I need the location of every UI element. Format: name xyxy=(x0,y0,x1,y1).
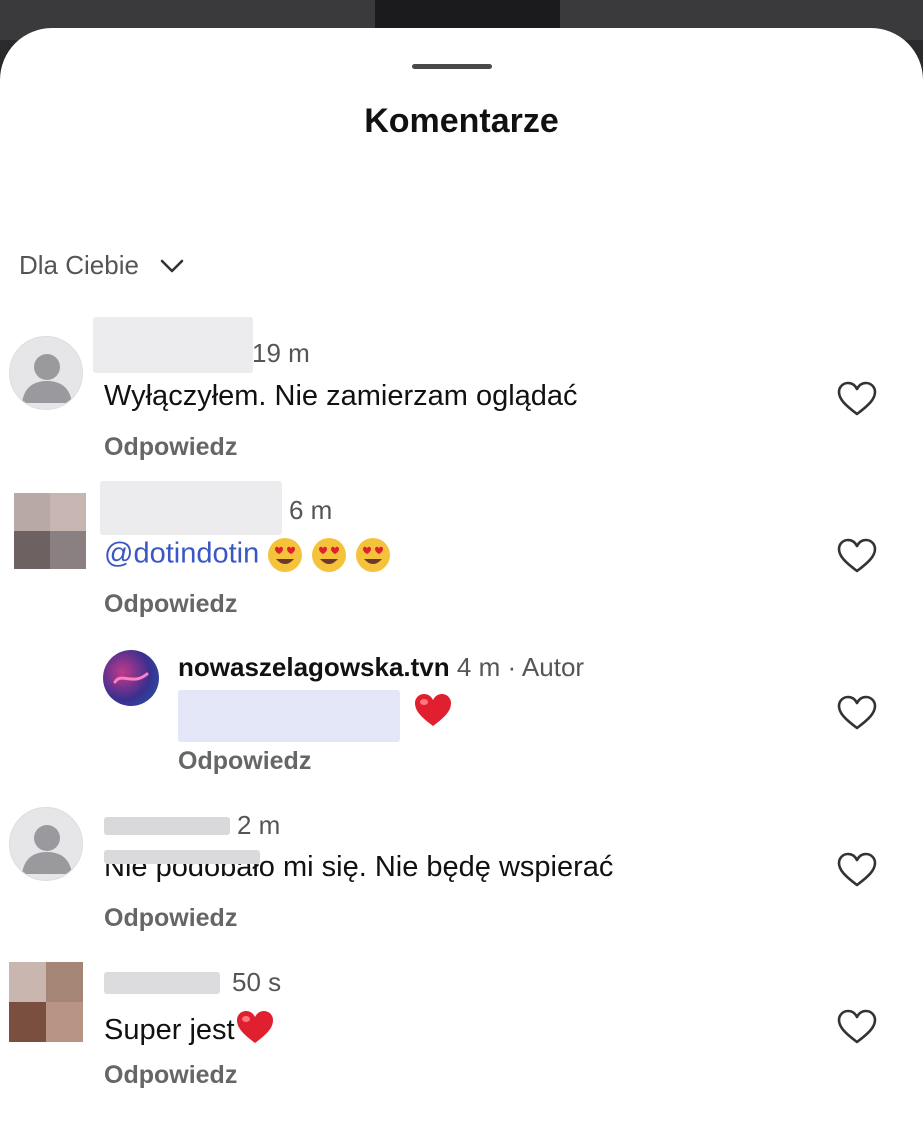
comment-text: Wyłączyłem. Nie zamierzam oglądać xyxy=(104,380,578,412)
chevron-down-icon xyxy=(160,259,184,272)
user-silhouette-icon xyxy=(22,354,72,403)
reply-button[interactable]: Odpowiedz xyxy=(104,433,237,462)
heart-outline-icon[interactable] xyxy=(837,1009,877,1045)
redacted-username xyxy=(104,817,230,835)
redacted-text xyxy=(178,690,400,742)
drag-handle[interactable] xyxy=(412,64,492,69)
avatar[interactable] xyxy=(9,962,83,1042)
heart-outline-icon[interactable] xyxy=(837,852,877,888)
comment-time: 2 m xyxy=(237,810,281,840)
author-username[interactable]: nowaszelagowska.tvn xyxy=(178,652,450,682)
comment-time: 6 m xyxy=(289,495,333,525)
avatar[interactable] xyxy=(103,650,159,706)
brand-logo-icon xyxy=(113,672,149,684)
avatar[interactable] xyxy=(9,807,83,881)
heart-outline-icon[interactable] xyxy=(837,538,877,574)
red-heart-emoji xyxy=(236,1011,273,1043)
user-silhouette-icon xyxy=(22,825,72,874)
heart-outline-icon[interactable] xyxy=(837,695,877,731)
heart-outline-icon[interactable] xyxy=(837,381,877,417)
avatar[interactable] xyxy=(9,336,83,410)
redacted-overlay xyxy=(104,850,260,864)
sheet-title: Komentarze xyxy=(364,102,559,140)
reply-button[interactable]: Odpowiedz xyxy=(178,747,311,776)
mention-link[interactable]: @dotindotin xyxy=(104,538,259,570)
sort-label: Dla Ciebie xyxy=(19,250,139,280)
red-heart-emoji xyxy=(415,694,451,726)
comment-time: 4 m xyxy=(456,652,501,682)
redacted-username xyxy=(93,317,253,373)
sort-dropdown[interactable]: Dla Ciebie xyxy=(19,250,185,281)
reply-button[interactable]: Odpowiedz xyxy=(104,590,237,619)
reply-button[interactable]: Odpowiedz xyxy=(104,904,237,933)
author-label: · Autor xyxy=(507,652,585,682)
avatar[interactable] xyxy=(14,493,86,569)
redacted-username xyxy=(100,481,282,535)
comment-text: @dotindotin xyxy=(104,537,391,573)
comment-time: 19 m xyxy=(252,338,310,368)
comment-time: 50 s xyxy=(232,967,282,997)
heart-eyes-emoji xyxy=(267,538,391,572)
reply-button[interactable]: Odpowiedz xyxy=(104,1061,237,1090)
redacted-username xyxy=(104,972,220,994)
comment-text-content: Super jest xyxy=(104,1014,235,1046)
reply-meta: nowaszelagowska.tvn 4 m · Autor xyxy=(178,652,584,683)
comment-text: Super jest xyxy=(104,1009,275,1047)
